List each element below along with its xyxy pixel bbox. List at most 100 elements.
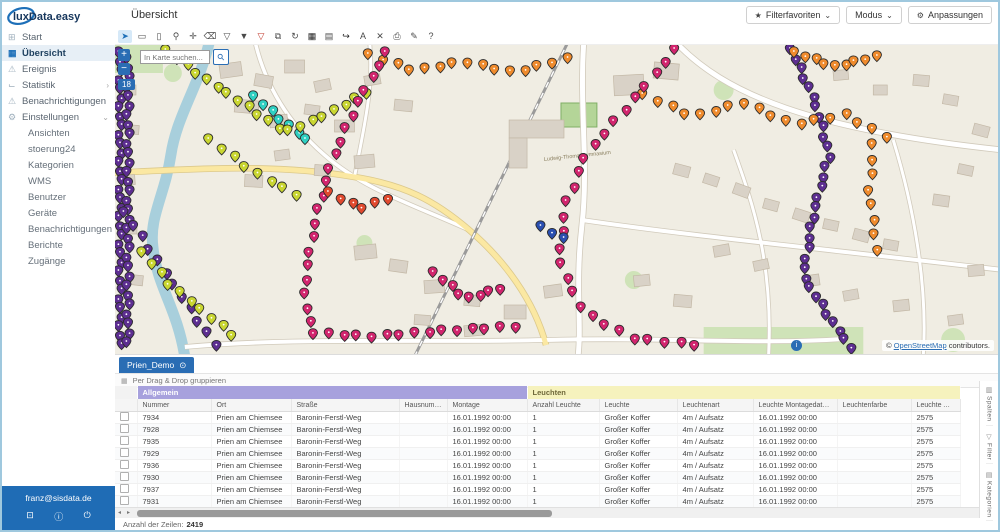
horizontal-scrollbar[interactable]: ◂ ▸: [115, 507, 980, 518]
map-search-input[interactable]: [140, 50, 210, 64]
help-icon[interactable]: ?: [424, 30, 438, 43]
table-row[interactable]: 7929Prien am ChiemseeBaronin-Ferstl-Weg1…: [115, 448, 960, 460]
table-row[interactable]: 7934Prien am ChiemseeBaronin-Ferstl-Weg1…: [115, 412, 960, 424]
map-building: [893, 299, 910, 312]
side-tab-spalten[interactable]: ▥Spalten: [986, 383, 993, 426]
add-marker-icon[interactable]: ⚲: [169, 30, 183, 43]
sidebar-subitem-berichte[interactable]: Berichte: [2, 237, 115, 253]
sidebar-item-start[interactable]: ⊞Start: [2, 29, 115, 45]
info-icon[interactable]: ⓘ: [54, 510, 63, 523]
filter-clear-icon[interactable]: ▽: [254, 30, 268, 43]
sidebar-subitem-ansichten[interactable]: Ansichten: [2, 125, 115, 141]
close-icon[interactable]: ✕: [373, 30, 387, 43]
column-header-leuchte-anschlusswert[interactable]: Leuchte Anschlusswert: [911, 399, 960, 412]
side-tab-kategorien[interactable]: ▤Kategorien: [986, 468, 993, 521]
map-building: [883, 239, 899, 251]
column-header-leuchtenart[interactable]: Leuchtenart: [677, 399, 753, 412]
attribution-prefix: ©: [886, 341, 894, 350]
zoom-out-button[interactable]: −: [118, 63, 130, 75]
table-row[interactable]: 7928Prien am ChiemseeBaronin-Ferstl-Weg1…: [115, 424, 960, 436]
select-all-cell[interactable]: [115, 399, 137, 412]
row-checkbox[interactable]: [120, 496, 129, 505]
map-canvas[interactable]: Ludwig-Thoma-Gymnasium + − 18 ⚲ i © Open…: [115, 45, 998, 354]
panel-tabstrip: Prien_Demo ⊙: [115, 355, 998, 373]
column-header-nummer[interactable]: Nummer: [137, 399, 211, 412]
sidebar-subitem-kategorien[interactable]: Kategorien: [2, 157, 115, 173]
table-cell: 2575: [911, 448, 960, 460]
filter-edit-icon[interactable]: ▼: [237, 30, 251, 43]
table-cell: 4m / Aufsatz: [677, 448, 753, 460]
filter-icon[interactable]: ▽: [220, 30, 234, 43]
table-row[interactable]: 7937Prien am ChiemseeBaronin-Ferstl-Weg1…: [115, 484, 960, 496]
export-icon[interactable]: ↪: [339, 30, 353, 43]
zoom-in-button[interactable]: +: [118, 49, 130, 61]
table-row[interactable]: 7935Prien am ChiemseeBaronin-Ferstl-Weg1…: [115, 436, 960, 448]
chevron-down-icon: ⌄: [886, 11, 893, 20]
sidebar-item-ereignis[interactable]: ⚠Ereignis: [2, 61, 115, 77]
anpassungen-button[interactable]: ⚙ Anpassungen: [908, 6, 992, 24]
move-icon[interactable]: ✛: [186, 30, 200, 43]
column-header-leuchte[interactable]: Leuchte: [599, 399, 677, 412]
sidebar-subitem-ger-te[interactable]: Geräte: [2, 205, 115, 221]
power-icon[interactable]: ⏻: [84, 510, 91, 523]
table-row[interactable]: 7936Prien am ChiemseeBaronin-Ferstl-Weg1…: [115, 460, 960, 472]
table-cell: 1: [527, 424, 599, 436]
row-checkbox[interactable]: [120, 436, 129, 445]
row-checkbox[interactable]: [120, 484, 129, 493]
sidebar-subitem-benachrichtigungen[interactable]: Benachrichtigungen: [2, 221, 115, 237]
layers-icon[interactable]: ▦: [305, 30, 319, 43]
row-checkbox[interactable]: [120, 460, 129, 469]
sidebar-item-einstellungen[interactable]: ⚙Einstellungen⌄: [2, 109, 115, 125]
scroll-left-arrow[interactable]: ◂: [115, 509, 124, 518]
eye-icon[interactable]: ⊙: [179, 360, 186, 371]
tab-prien-demo[interactable]: Prien_Demo ⊙: [119, 357, 194, 373]
print-icon[interactable]: ⎙: [390, 30, 404, 43]
column-header-stra-e[interactable]: Straße: [291, 399, 399, 412]
attribution-toggle-button[interactable]: i: [791, 340, 802, 351]
scrollbar-thumb[interactable]: [137, 510, 552, 517]
column-header-hausnummer[interactable]: Hausnummer: [399, 399, 447, 412]
column-header-leuchtenfarbe[interactable]: Leuchtenfarbe: [837, 399, 911, 412]
filter-favorites-button[interactable]: ★ Filterfavoriten ⌄: [746, 6, 840, 24]
filter-icon: ▽: [986, 433, 991, 441]
polygon-select-icon[interactable]: ▯: [152, 30, 166, 43]
attachment-icon[interactable]: ✎: [407, 30, 421, 43]
map-green-area: [561, 103, 597, 127]
scroll-right-arrow[interactable]: ▸: [124, 509, 133, 518]
clipboard-icon[interactable]: ▤: [322, 30, 336, 43]
sidebar-item--bersicht[interactable]: ▦Übersicht: [2, 45, 115, 61]
row-checkbox[interactable]: [120, 412, 129, 421]
labels-icon[interactable]: A: [356, 30, 370, 43]
column-header-anzahl-leuchte[interactable]: Anzahl Leuchte: [527, 399, 599, 412]
column-header-leuchte-montagedatum[interactable]: Leuchte Montagedatum: [753, 399, 837, 412]
rect-select-icon[interactable]: ▭: [135, 30, 149, 43]
row-checkbox[interactable]: [120, 424, 129, 433]
apps-icon[interactable]: ⊡: [26, 510, 34, 523]
side-tab-filter[interactable]: ▽Filter: [986, 430, 993, 464]
sidebar-item-benachrichtigungen[interactable]: ⚠Benachrichtigungen: [2, 93, 115, 109]
table-cell: 2575: [911, 472, 960, 484]
sidebar-item-statistik[interactable]: ⌙Statistik›: [2, 77, 115, 93]
table-cell: Großer Koffer: [599, 472, 677, 484]
column-header-montage[interactable]: Montage: [447, 399, 527, 412]
copy-icon[interactable]: ⧉: [271, 30, 285, 43]
zoom-level-badge[interactable]: 18: [118, 79, 135, 90]
column-header-ort[interactable]: Ort: [211, 399, 291, 412]
map-toolbar: ➤▭▯⚲✛⌫▽▼▽⧉↻▦▤↪A✕⎙✎?: [115, 28, 998, 45]
sidebar-subitem-wms[interactable]: WMS: [2, 173, 115, 189]
refresh-icon[interactable]: ↻: [288, 30, 302, 43]
row-checkbox[interactable]: [120, 448, 129, 457]
sidebar-subitem-zug-nge[interactable]: Zugänge: [2, 253, 115, 269]
row-checkbox[interactable]: [120, 472, 129, 481]
grid-side-tabs: ▥Spalten ▽Filter ▤Kategorien: [979, 381, 998, 518]
delete-icon[interactable]: ⌫: [203, 30, 217, 43]
grid-table: AllgemeinLeuchtenNummerOrtStraßeHausnumm…: [115, 386, 961, 507]
table-row[interactable]: 7930Prien am ChiemseeBaronin-Ferstl-Weg1…: [115, 472, 960, 484]
sidebar-subitem-benutzer[interactable]: Benutzer: [2, 189, 115, 205]
map-search-button[interactable]: ⚲: [213, 49, 229, 65]
sidebar-subitem-stoerung24[interactable]: stoerung24: [2, 141, 115, 157]
pointer-icon[interactable]: ➤: [118, 30, 132, 43]
modus-button[interactable]: Modus ⌄: [846, 6, 902, 24]
table-row[interactable]: 7931Prien am ChiemseeBaronin-Ferstl-Weg1…: [115, 496, 960, 508]
osm-link[interactable]: OpenStreetMap: [894, 341, 947, 350]
